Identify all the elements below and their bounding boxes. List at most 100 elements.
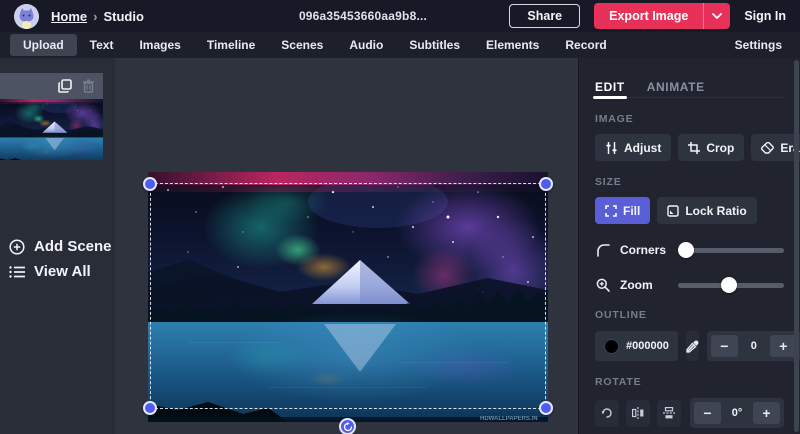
export-image-label[interactable]: Export Image (594, 3, 703, 29)
rotate-90-button[interactable] (595, 400, 619, 427)
crop-button[interactable]: Crop (678, 134, 744, 161)
crop-icon (688, 142, 700, 154)
aspect-ratio-icon (667, 205, 679, 217)
breadcrumb-home-link[interactable]: Home (51, 9, 87, 24)
scenes-sidebar: Add Scene View All (0, 58, 115, 434)
sliders-icon (605, 142, 618, 154)
outline-width-value: 0 (740, 340, 768, 352)
size-section-label: SIZE (595, 176, 784, 188)
tab-elements[interactable]: Elements (473, 34, 552, 56)
selected-image[interactable] (148, 172, 548, 422)
export-image-button[interactable]: Export Image (594, 3, 730, 29)
zoom-slider[interactable] (678, 276, 784, 294)
canvas-area[interactable] (115, 58, 578, 434)
panel-tabs: EDIT ANIMATE (595, 58, 784, 98)
tab-audio[interactable]: Audio (336, 34, 396, 56)
outline-color-button[interactable]: #000000 (595, 331, 678, 361)
rotate-arrow-icon (601, 407, 613, 419)
tab-images[interactable]: Images (126, 34, 193, 56)
edit-panel: EDIT ANIMATE IMAGE Adjust Crop (578, 58, 800, 434)
export-options-button[interactable] (704, 3, 730, 29)
zoom-row: Zoom (595, 276, 784, 294)
eyedropper-button[interactable] (686, 331, 699, 361)
adjust-button[interactable]: Adjust (595, 134, 671, 161)
rotate-decrease-button[interactable]: − (694, 402, 721, 424)
list-icon (9, 265, 25, 279)
corners-label: Corners (620, 243, 678, 257)
rotate-section-label: ROTATE (595, 376, 784, 388)
zoom-slider-thumb[interactable] (721, 277, 737, 293)
flip-horizontal-button[interactable] (626, 400, 650, 427)
rotate-icon (343, 422, 353, 432)
tab-text[interactable]: Text (77, 34, 127, 56)
tab-scenes[interactable]: Scenes (268, 34, 336, 56)
document-id: 096a35453660aa9b8... (299, 9, 427, 23)
flip-vertical-button[interactable] (657, 400, 681, 427)
scene-thumbnail[interactable] (0, 99, 103, 160)
top-bar: Home › Studio 096a35453660aa9b8... Share… (0, 0, 800, 32)
eraser-icon (761, 142, 774, 154)
corners-slider[interactable] (678, 241, 784, 259)
adjust-label: Adjust (624, 141, 661, 155)
breadcrumb: Home › Studio (51, 9, 144, 24)
panel-tab-animate[interactable]: ANIMATE (647, 80, 705, 97)
sign-in-button[interactable]: Sign In (744, 9, 786, 23)
chevron-down-icon (712, 13, 722, 19)
image-buttons-row: Adjust Crop Erase (595, 134, 784, 161)
add-scene-button[interactable]: Add Scene (9, 238, 112, 255)
duplicate-icon[interactable] (58, 79, 72, 93)
outline-width-decrease-button[interactable]: − (711, 335, 738, 357)
flip-vertical-icon (663, 407, 675, 419)
outline-color-hex: #000000 (626, 340, 669, 352)
outline-section-label: OUTLINE (595, 309, 784, 321)
tab-timeline[interactable]: Timeline (194, 34, 268, 56)
rotate-angle-value: 0° (723, 407, 751, 419)
panel-scrollbar[interactable] (794, 60, 799, 432)
outline-width-increase-button[interactable]: + (770, 335, 797, 357)
menu-bar: Upload Text Images Timeline Scenes Audio… (0, 32, 800, 58)
erase-button[interactable]: Erase (751, 134, 800, 161)
breadcrumb-current: Studio (103, 9, 143, 24)
scene-toolbar (0, 73, 103, 99)
lock-ratio-button[interactable]: Lock Ratio (657, 197, 756, 224)
mascot-icon (14, 4, 39, 29)
resize-handle-bottom-left[interactable] (143, 401, 157, 415)
plus-circle-icon (9, 239, 25, 255)
resize-handle-top-right[interactable] (539, 177, 553, 191)
fill-expand-icon (605, 205, 617, 217)
studio-app: Home › Studio 096a35453660aa9b8... Share… (0, 0, 800, 434)
outline-row: #000000 − 0 + (595, 331, 784, 361)
fill-button[interactable]: Fill (595, 197, 650, 224)
share-button[interactable]: Share (509, 4, 580, 28)
rotation-handle[interactable] (339, 418, 356, 434)
eyedropper-icon (686, 340, 699, 353)
size-buttons-row: Fill Lock Ratio (595, 197, 784, 224)
color-swatch (604, 339, 619, 354)
rotate-angle-stepper: − 0° + (690, 398, 784, 428)
trash-icon[interactable] (82, 79, 95, 93)
corners-row: Corners (595, 241, 784, 259)
tab-subtitles[interactable]: Subtitles (396, 34, 473, 56)
mascot-logo-icon[interactable] (14, 4, 39, 29)
tab-record[interactable]: Record (552, 34, 619, 56)
scene-card (0, 73, 103, 160)
crop-label: Crop (706, 141, 734, 155)
corners-slider-thumb[interactable] (678, 242, 694, 258)
settings-button[interactable]: Settings (727, 34, 790, 56)
magnifier-plus-icon (596, 278, 610, 292)
resize-handle-top-left[interactable] (143, 177, 157, 191)
view-all-button[interactable]: View All (9, 263, 91, 280)
lock-ratio-label: Lock Ratio (685, 204, 746, 218)
breadcrumb-separator: › (93, 9, 97, 24)
image-section-label: IMAGE (595, 113, 784, 125)
panel-tab-edit[interactable]: EDIT (595, 80, 625, 97)
rotate-increase-button[interactable]: + (753, 402, 780, 424)
zoom-label: Zoom (620, 278, 678, 292)
rotate-row: − 0° + (595, 398, 784, 428)
corner-radius-icon (597, 244, 610, 257)
resize-handle-bottom-right[interactable] (539, 401, 553, 415)
tab-upload[interactable]: Upload (10, 34, 77, 56)
add-scene-label: Add Scene (34, 238, 112, 255)
scene-thumbnail-image (0, 99, 103, 160)
fill-label: Fill (623, 204, 640, 218)
